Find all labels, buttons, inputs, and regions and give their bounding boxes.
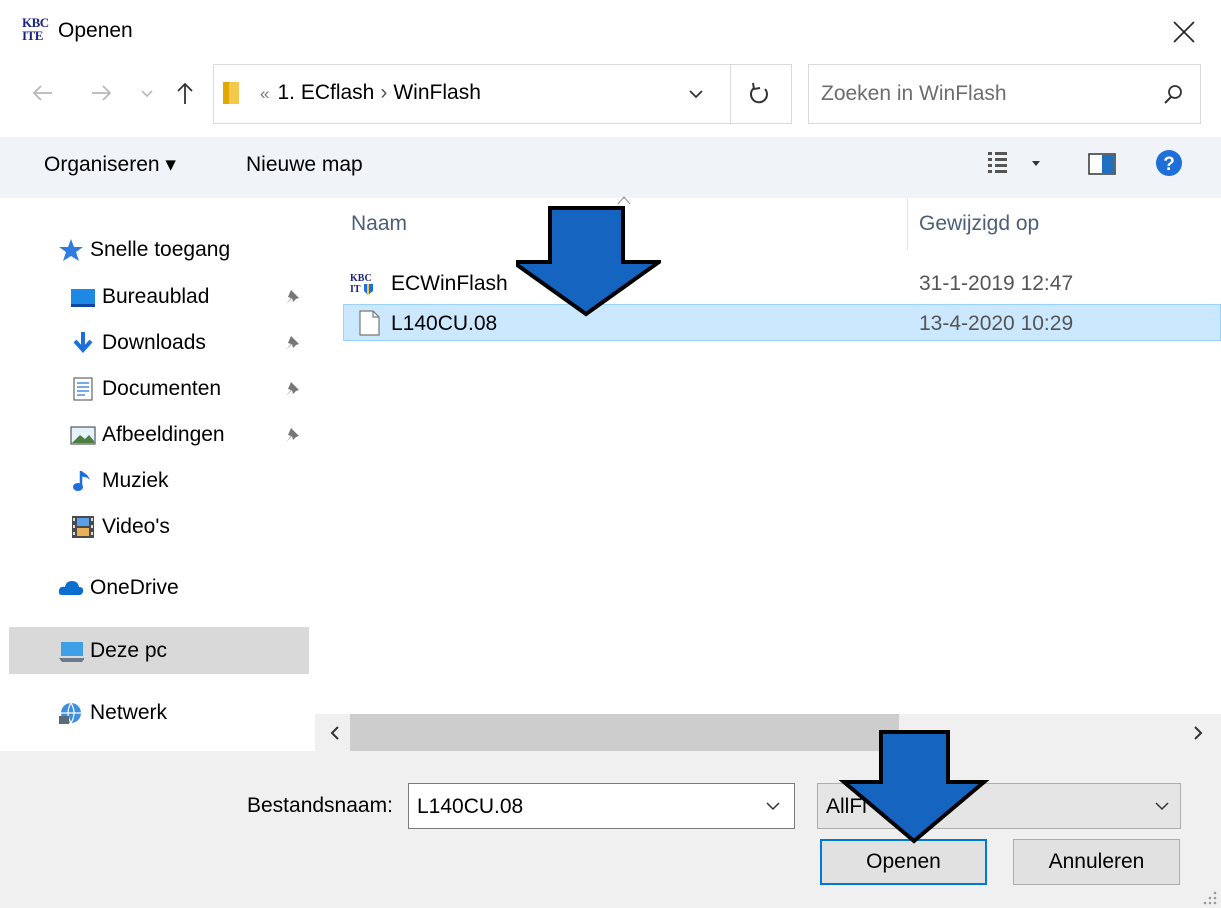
svg-text:?: ? xyxy=(1163,154,1175,175)
up-arrow-icon xyxy=(177,82,193,104)
download-arrow-icon xyxy=(73,332,93,354)
back-button[interactable] xyxy=(28,78,58,108)
blank-file-icon xyxy=(356,310,382,336)
change-view-button[interactable] xyxy=(986,148,1046,178)
sidebar-item-quick-access[interactable]: Snelle toegang xyxy=(58,228,230,272)
search-box[interactable] xyxy=(808,64,1201,124)
scroll-left-button[interactable] xyxy=(322,720,348,746)
annotation-arrow-down-icon xyxy=(516,205,661,317)
star-icon xyxy=(59,239,83,261)
breadcrumb-item[interactable]: WinFlash xyxy=(393,81,481,104)
film-icon xyxy=(72,516,94,538)
network-icon xyxy=(59,702,81,724)
filename-combobox[interactable] xyxy=(408,783,795,829)
file-name: L140CU.08 xyxy=(391,312,498,335)
sidebar-item-onedrive[interactable]: OneDrive xyxy=(58,566,179,610)
window-title: Openen xyxy=(58,19,133,42)
svg-text:IT: IT xyxy=(350,284,361,295)
back-arrow-icon xyxy=(32,85,52,101)
sidebar-item-downloads[interactable]: Downloads xyxy=(70,321,206,365)
chevron-left-icon xyxy=(330,726,339,740)
search-icon[interactable] xyxy=(1161,83,1185,107)
file-type-dropdown-button[interactable] xyxy=(1150,794,1174,818)
title-bar xyxy=(0,0,1221,62)
kbc-app-icon: KBC IT xyxy=(349,271,375,297)
recent-locations-button[interactable] xyxy=(138,78,156,108)
resize-grip-icon[interactable] xyxy=(1200,888,1218,906)
up-button[interactable] xyxy=(170,78,200,108)
chevron-down-icon xyxy=(1155,802,1169,811)
file-row-selected[interactable]: L140CU.08 13-4-2020 10:29 xyxy=(343,304,1221,341)
pin-icon[interactable] xyxy=(282,332,304,354)
file-name: ECWinFlash xyxy=(391,272,508,295)
file-modified: 13-4-2020 10:29 xyxy=(919,312,1074,335)
cloud-icon xyxy=(58,581,84,595)
svg-text:KBC: KBC xyxy=(350,273,372,284)
app-logo-icon: KBC ITE xyxy=(22,15,49,43)
sidebar-item-this-pc[interactable]: Deze pc xyxy=(58,629,167,673)
help-button[interactable]: ? xyxy=(1154,148,1184,178)
folder-icon xyxy=(221,80,241,106)
forward-button[interactable] xyxy=(86,78,116,108)
document-icon xyxy=(73,377,93,401)
pin-icon[interactable] xyxy=(282,424,304,446)
open-button[interactable]: Openen xyxy=(820,839,987,885)
pin-icon[interactable] xyxy=(282,378,304,400)
search-input[interactable] xyxy=(821,79,1141,109)
refresh-icon xyxy=(749,82,768,104)
chevron-down-icon xyxy=(689,90,703,99)
chevron-right-icon xyxy=(1194,726,1203,740)
new-folder-button[interactable]: Nieuwe map xyxy=(246,150,363,180)
cancel-button[interactable]: Annuleren xyxy=(1013,839,1180,885)
chevron-down-icon xyxy=(766,802,780,811)
organise-menu-button[interactable]: Organiseren ▾ xyxy=(44,150,176,180)
breadcrumb: « 1. ECflash › WinFlash xyxy=(260,78,481,109)
preview-pane-icon xyxy=(1088,153,1116,175)
breadcrumb-overflow[interactable]: « xyxy=(260,84,269,103)
column-header-name[interactable]: Naam xyxy=(351,209,407,239)
scroll-right-button[interactable] xyxy=(1185,720,1211,746)
music-note-icon xyxy=(73,471,90,491)
sidebar-item-videos[interactable]: Video's xyxy=(70,505,170,549)
scrollbar-thumb[interactable] xyxy=(350,714,899,751)
filename-field[interactable] xyxy=(417,792,747,822)
details-view-icon xyxy=(988,152,1040,173)
picture-icon xyxy=(70,426,96,445)
file-modified: 31-1-2019 12:47 xyxy=(919,272,1074,295)
breadcrumb-separator-icon[interactable]: › xyxy=(380,81,387,104)
annotation-arrow-down-icon xyxy=(838,729,990,845)
column-header-modified[interactable]: Gewijzigd op xyxy=(919,209,1039,239)
breadcrumb-item[interactable]: 1. ECflash xyxy=(277,81,374,104)
divider xyxy=(730,64,731,124)
sidebar-item-music[interactable]: Muziek xyxy=(70,459,169,503)
computer-icon xyxy=(59,642,84,662)
sidebar-item-desktop[interactable]: Bureaublad xyxy=(70,275,209,319)
forward-arrow-icon xyxy=(92,85,112,101)
sidebar-item-documents[interactable]: Documenten xyxy=(70,367,221,411)
help-icon: ? xyxy=(1156,150,1182,176)
filename-dropdown-button[interactable] xyxy=(761,794,785,818)
close-button[interactable] xyxy=(1164,12,1204,52)
close-icon xyxy=(1173,21,1195,43)
desktop-icon xyxy=(71,289,95,307)
preview-pane-button[interactable] xyxy=(1087,152,1117,176)
filename-label: Bestandsnaam: xyxy=(247,794,393,817)
chevron-down-icon xyxy=(141,90,153,98)
refresh-button[interactable] xyxy=(745,80,773,108)
address-dropdown-button[interactable] xyxy=(684,82,708,106)
sidebar-item-pictures[interactable]: Afbeeldingen xyxy=(70,413,225,457)
file-row[interactable]: KBC IT ECWinFlash 31-1-2019 12:47 xyxy=(343,265,1221,302)
column-divider[interactable] xyxy=(907,198,908,250)
pin-icon[interactable] xyxy=(282,286,304,308)
sidebar-item-network[interactable]: Netwerk xyxy=(58,691,167,735)
